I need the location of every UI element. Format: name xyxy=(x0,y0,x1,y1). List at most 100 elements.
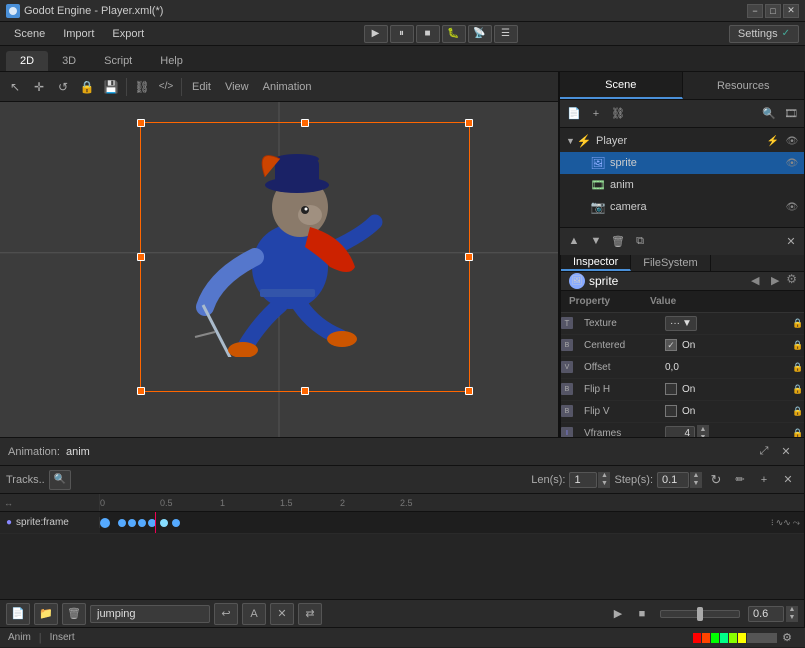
lock-tool[interactable]: 🔒 xyxy=(76,76,98,98)
speed-input[interactable] xyxy=(748,606,784,622)
anim-expand-btn[interactable]: ⤢ xyxy=(754,442,774,462)
settings-button[interactable]: Settings ✓ xyxy=(729,25,799,43)
minimize-button[interactable]: − xyxy=(747,4,763,18)
add-anim-btn[interactable]: 📄 xyxy=(6,603,30,625)
scene-new-btn[interactable]: 📄 xyxy=(564,104,584,124)
texture-dropdown[interactable]: ··· ▼ xyxy=(665,316,697,331)
visibility-icon-player[interactable]: 👁 xyxy=(785,134,799,148)
len-down[interactable]: ▼ xyxy=(598,480,610,488)
playhead[interactable] xyxy=(155,512,156,533)
tree-item-anim[interactable]: 🎞 anim xyxy=(560,174,804,196)
fliph-lock-icon[interactable]: 🔒 xyxy=(791,382,804,396)
speed-spinner[interactable]: ▲ ▼ xyxy=(786,606,798,622)
handle-mr[interactable] xyxy=(465,253,473,261)
vframes-input[interactable]: 4 xyxy=(665,426,695,437)
keyframe-7[interactable] xyxy=(172,519,180,527)
tree-item-camera[interactable]: 📷 camera 👁 xyxy=(560,196,804,218)
keyframe-1[interactable] xyxy=(100,518,110,528)
menu-import[interactable]: Import xyxy=(55,26,102,42)
scene-instance-btn[interactable]: ⛓ xyxy=(608,104,628,124)
handle-br[interactable] xyxy=(465,387,473,395)
track-keyframes[interactable]: ⁝ ∿∿ ⤳ xyxy=(100,512,804,533)
animation-name-input[interactable] xyxy=(90,605,210,623)
maximize-button[interactable]: □ xyxy=(765,4,781,18)
viewport-canvas-area[interactable]: ✛ xyxy=(0,102,558,437)
step-up[interactable]: ▲ xyxy=(690,472,702,480)
keyframe-4[interactable] xyxy=(138,519,146,527)
anim-pencil-btn[interactable]: ✏ xyxy=(730,470,750,490)
offset-lock-icon[interactable]: 🔒 xyxy=(791,360,804,374)
close-panel-btn[interactable]: ✕ xyxy=(781,231,801,251)
duplicate-btn[interactable]: ⧉ xyxy=(630,231,650,251)
len-spinner[interactable]: ▲ ▼ xyxy=(598,472,610,488)
len-up[interactable]: ▲ xyxy=(598,472,610,480)
code-tool[interactable]: </> xyxy=(155,76,177,98)
stop-anim-btn[interactable]: ■ xyxy=(632,604,652,624)
vframes-up[interactable]: ▲ xyxy=(697,425,709,433)
tree-item-sprite[interactable]: 🖼 sprite 👁 xyxy=(560,152,804,174)
speed-slider-thumb[interactable] xyxy=(697,607,703,621)
vframes-prop-value[interactable]: 4 ▲ ▼ xyxy=(661,425,791,437)
open-anim-btn[interactable]: 📁 xyxy=(34,603,58,625)
menu-export[interactable]: Export xyxy=(104,26,152,42)
step-input[interactable] xyxy=(657,472,689,488)
tab-scene[interactable]: Scene xyxy=(560,72,683,99)
pause-button[interactable]: ⏸ xyxy=(390,25,414,43)
anim-loop-btn[interactable]: ↻ xyxy=(706,470,726,490)
visibility-icon-sprite[interactable]: 👁 xyxy=(785,156,799,170)
handle-tl[interactable] xyxy=(137,119,145,127)
offset-prop-value[interactable]: 0,0 xyxy=(661,362,791,373)
anim-add-track-btn[interactable]: + xyxy=(754,470,774,490)
edit-menu[interactable]: Edit xyxy=(186,81,217,93)
close-button[interactable]: ✕ xyxy=(783,4,799,18)
track-dots[interactable]: ⁝ xyxy=(771,517,774,528)
debug-button[interactable]: 🐛 xyxy=(442,25,466,43)
save-tool[interactable]: 💾 xyxy=(100,76,122,98)
tab-2d[interactable]: 2D xyxy=(6,51,48,71)
tab-filesystem[interactable]: FileSystem xyxy=(631,255,710,271)
flipv-checkbox[interactable] xyxy=(665,405,677,417)
select-tool[interactable]: ↖ xyxy=(4,76,26,98)
nav-prev-btn[interactable]: ◀ xyxy=(746,272,764,290)
rename-btn[interactable]: ↩ xyxy=(214,603,238,625)
keyframe-3[interactable] xyxy=(128,519,136,527)
view-menu[interactable]: View xyxy=(219,81,255,93)
scene-search-btn[interactable]: 🔍 xyxy=(759,104,779,124)
step-down[interactable]: ▼ xyxy=(690,480,702,488)
tab-resources[interactable]: Resources xyxy=(683,72,805,99)
visibility-icon-camera[interactable]: 👁 xyxy=(785,200,799,214)
inspector-gear-btn[interactable]: ⚙ xyxy=(786,272,797,290)
del-anim2-btn[interactable]: ✕ xyxy=(270,603,294,625)
options-button[interactable]: ☰ xyxy=(494,25,518,43)
menu-scene[interactable]: Scene xyxy=(6,26,53,42)
vframes-spinner[interactable]: ▲ ▼ xyxy=(697,425,709,437)
tab-script[interactable]: Script xyxy=(90,51,146,71)
len-input[interactable] xyxy=(569,472,597,488)
fliph-checkbox[interactable] xyxy=(665,383,677,395)
keyframe-6[interactable] xyxy=(160,519,168,527)
tab-inspector[interactable]: Inspector xyxy=(561,255,631,271)
speed-up[interactable]: ▲ xyxy=(786,606,798,614)
rotate-tool[interactable]: ↺ xyxy=(52,76,74,98)
scene-add-btn[interactable]: + xyxy=(586,104,606,124)
animation-menu[interactable]: Animation xyxy=(257,81,318,93)
loop-anim-btn[interactable]: A xyxy=(242,603,266,625)
anim-close-btn[interactable]: ✕ xyxy=(776,442,796,462)
tree-item-player[interactable]: ▼ ⚡ Player ⚡ 👁 xyxy=(560,130,804,152)
handle-bl[interactable] xyxy=(137,387,145,395)
texture-prop-value[interactable]: ··· ▼ xyxy=(661,316,791,331)
texture-lock-icon[interactable]: 🔒 xyxy=(791,316,804,330)
del-anim-btn[interactable]: 🗑 xyxy=(62,603,86,625)
play-anim-btn[interactable]: ▶ xyxy=(608,604,628,624)
handle-tm[interactable] xyxy=(301,119,309,127)
step-spinner[interactable]: ▲ ▼ xyxy=(690,472,702,488)
keyframe-2[interactable] xyxy=(118,519,126,527)
move-tool[interactable]: ✛ xyxy=(28,76,50,98)
tab-3d[interactable]: 3D xyxy=(48,51,90,71)
tab-help[interactable]: Help xyxy=(146,51,197,71)
play-button[interactable]: ▶ xyxy=(364,25,388,43)
shuffle-btn[interactable]: ⇄ xyxy=(298,603,322,625)
anim-close2-btn[interactable]: ✕ xyxy=(778,470,798,490)
scene-filter-btn[interactable]: 🎞 xyxy=(781,104,801,124)
stop-button[interactable]: ■ xyxy=(416,25,440,43)
